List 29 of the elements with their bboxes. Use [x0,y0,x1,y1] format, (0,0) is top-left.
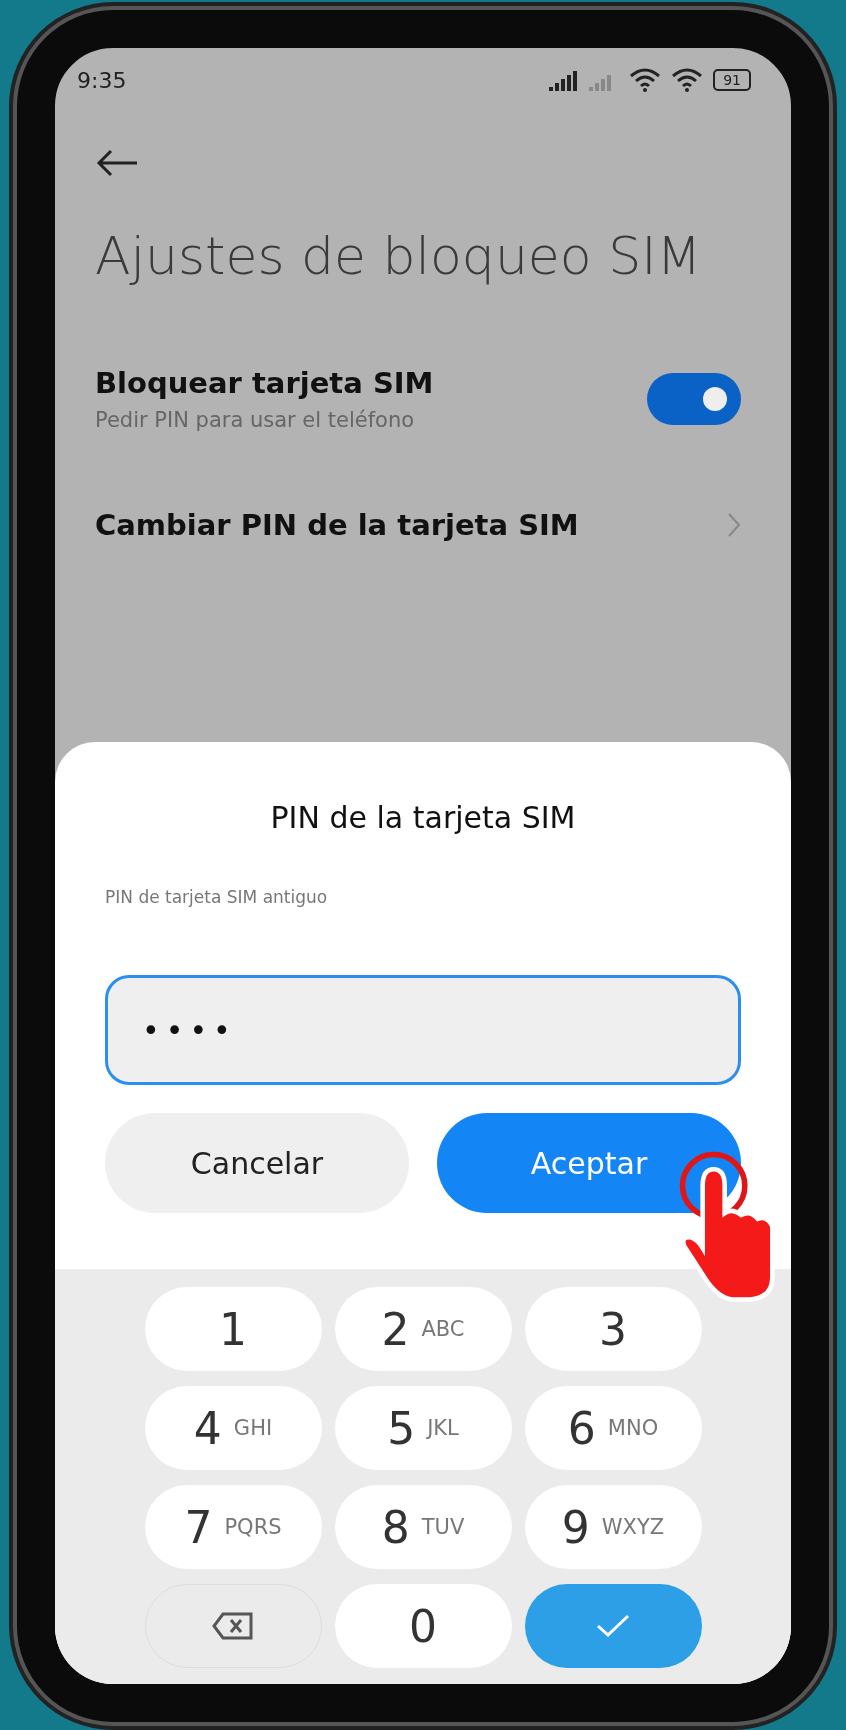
check-icon [595,1613,631,1639]
setting-title[interactable]: Cambiar PIN de la tarjeta SIM [95,508,579,542]
accept-button[interactable]: Aceptar [437,1113,741,1213]
keypad-key[interactable]: 0 [334,1584,512,1668]
keypad-key[interactable]: 7 PQRS [144,1485,322,1569]
dialog-title: PIN de la tarjeta SIM [269,800,577,835]
status-time: 9:35 [77,67,127,93]
field-label: PIN de tarjeta SIM antiguo [105,887,329,907]
keypad-key[interactable]: 4 GHI [144,1386,322,1470]
keypad-key[interactable]: 1 [144,1287,322,1371]
keypad-key[interactable]: 2 ABC [334,1287,512,1371]
back-arrow-icon[interactable] [95,148,139,178]
chevron-right-icon [727,512,741,538]
keypad-key[interactable]: 5 JKL [334,1386,512,1470]
keypad-key[interactable]: 6 MNO [524,1386,702,1470]
wifi-icon [629,68,662,92]
keypad-key[interactable]: 3 [524,1287,702,1371]
backspace-icon [211,1611,255,1641]
page-title: Ajustes de bloqueo SIM [95,226,703,286]
keypad-key[interactable]: 8 TUV [334,1485,512,1569]
cancel-button[interactable]: Cancelar [105,1113,409,1213]
wifi-icon [671,68,704,92]
setting-subtitle: Pedir PIN para usar el teléfono [95,408,416,432]
setting-title: Bloquear tarjeta SIM [95,366,434,400]
keypad-key[interactable]: 9 WXYZ [524,1485,702,1569]
battery-level: 91 [713,69,751,91]
signal-icon [549,69,580,91]
toggle-switch[interactable] [647,373,741,425]
pin-input-field[interactable]: •••• [105,975,741,1085]
